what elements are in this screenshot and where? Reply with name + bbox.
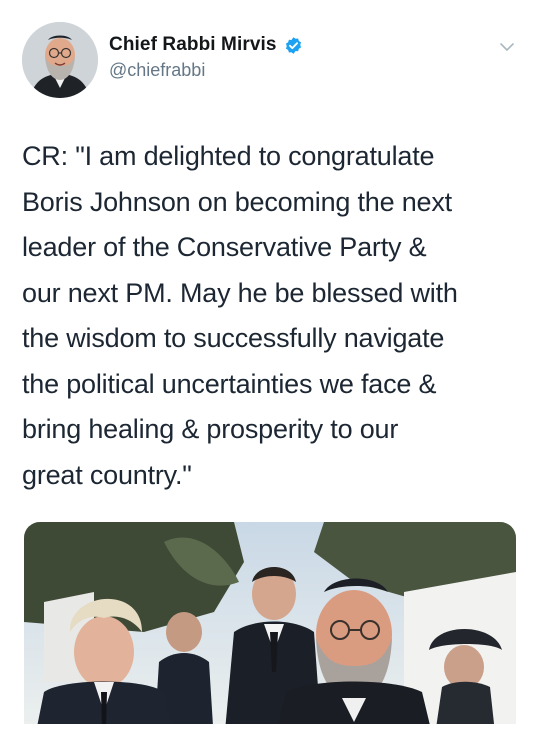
chevron-down-icon[interactable] (498, 38, 516, 56)
bottom-edge (0, 724, 538, 732)
tweet-text-line: the wisdom to successfully navigate (22, 323, 445, 353)
author-name-row[interactable]: Chief Rabbi Mirvis (109, 34, 303, 56)
tweet-text-line: CR: "I am delighted to congratulate (22, 141, 435, 171)
tweet-text-line: Boris Johnson on becoming the next (22, 186, 452, 217)
photo-image (24, 522, 516, 732)
tweet-card: Chief Rabbi Mirvis @chiefrabbi CR: "I am… (0, 0, 538, 732)
tweet-text: CR: "I am delighted to congratulate Bori… (22, 134, 522, 498)
tweet-text-line: leader of the Conservative Party & (22, 232, 427, 262)
tweet-text-line: bring healing & prosperity to our (22, 414, 399, 444)
tweet-media-photo[interactable] (24, 522, 516, 732)
tweet-text-line: the political uncertainties we face & (22, 368, 437, 399)
avatar[interactable] (22, 22, 98, 98)
tweet-text-line: great country." (22, 459, 192, 490)
avatar-photo (22, 22, 98, 98)
verified-badge-icon (284, 36, 303, 55)
author-handle[interactable]: @chiefrabbi (109, 60, 205, 81)
display-name[interactable]: Chief Rabbi Mirvis (109, 34, 277, 56)
tweet-text-line: our next PM. May he be blessed with (22, 277, 458, 308)
